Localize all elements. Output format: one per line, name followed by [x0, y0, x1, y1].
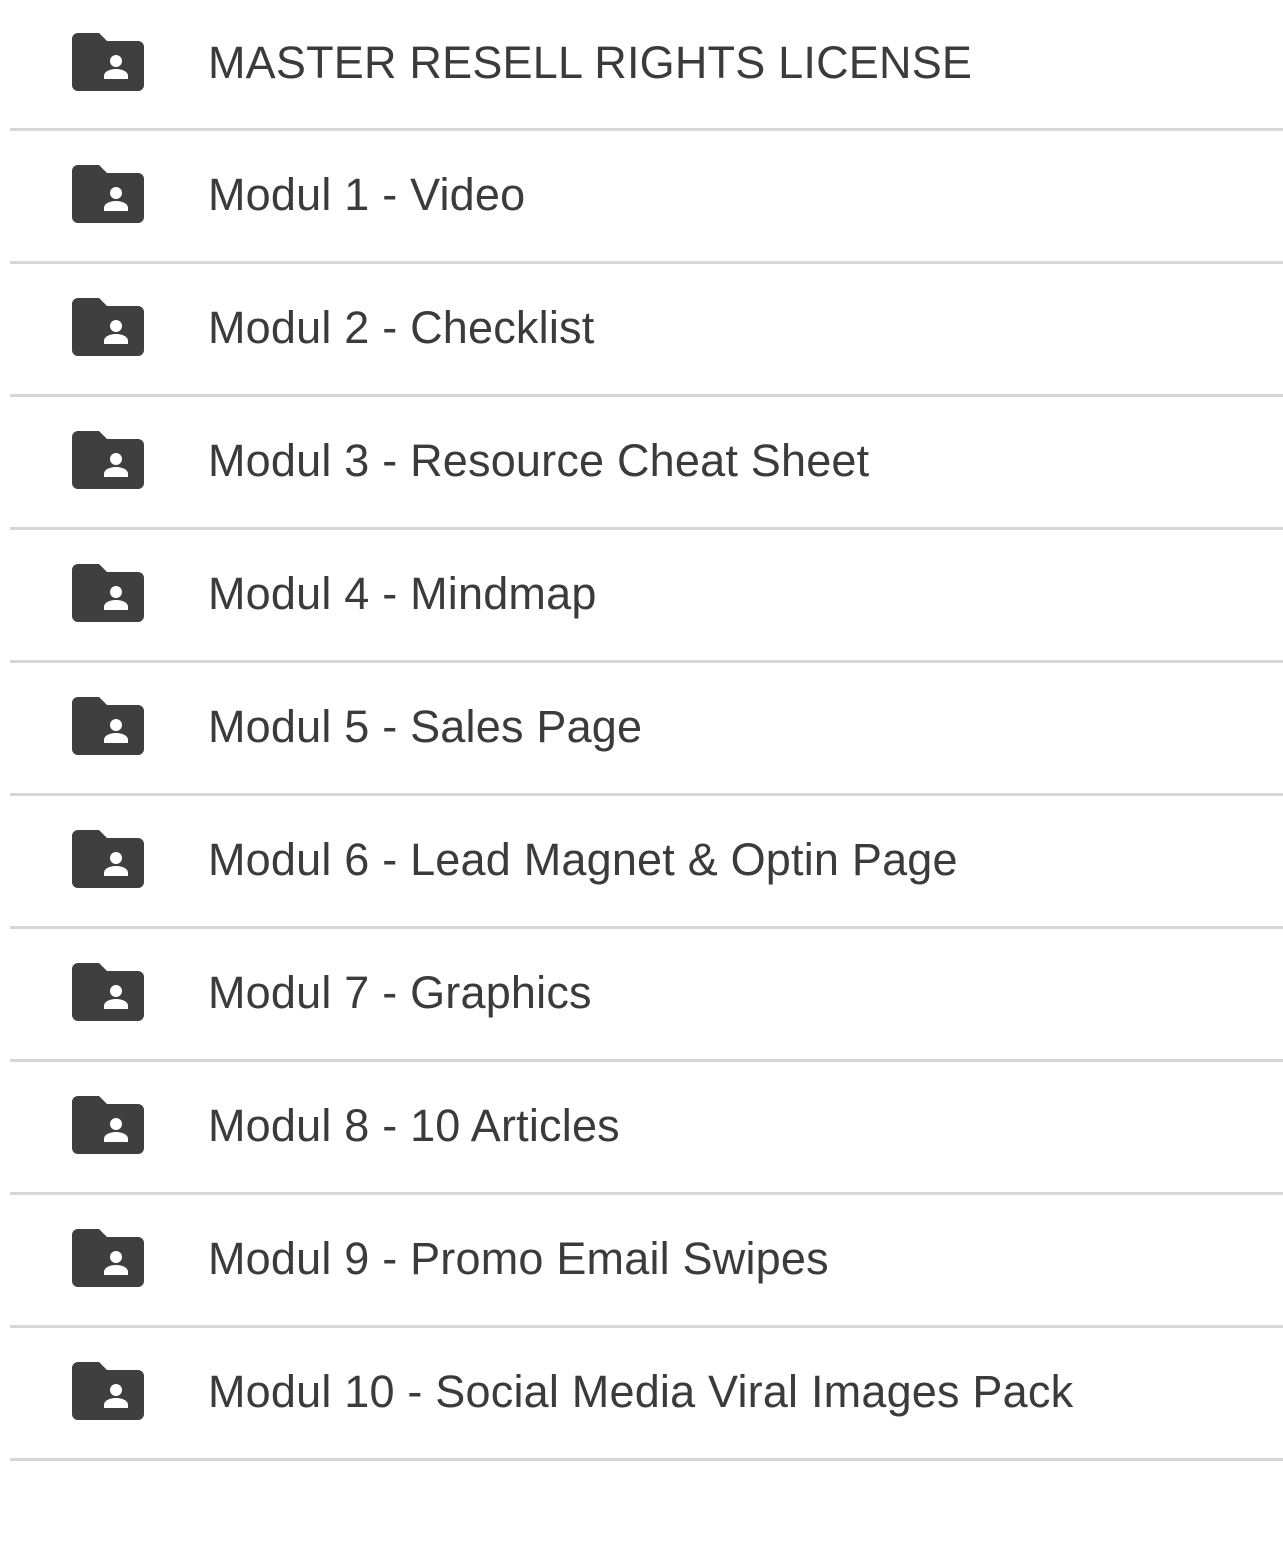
folder-name: Modul 4 - Mindmap: [208, 567, 597, 619]
shared-folder-icon: [72, 1362, 144, 1420]
folder-name: Modul 5 - Sales Page: [208, 700, 643, 752]
folder-name: Modul 2 - Checklist: [208, 301, 595, 353]
shared-folder-icon: [72, 1229, 144, 1287]
folder-row[interactable]: Modul 1 - Video: [10, 131, 1283, 264]
folder-name: Modul 6 - Lead Magnet & Optin Page: [208, 833, 958, 885]
folder-name: MASTER RESELL RIGHTS LICENSE: [208, 36, 973, 88]
folder-row[interactable]: Modul 6 - Lead Magnet & Optin Page: [10, 796, 1283, 929]
folder-row[interactable]: Modul 7 - Graphics: [10, 929, 1283, 1062]
shared-folder-icon: [72, 431, 144, 489]
folder-row[interactable]: Modul 3 - Resource Cheat Sheet: [10, 397, 1283, 530]
folder-list: MASTER RESELL RIGHTS LICENSE Modul 1 - V…: [0, 0, 1283, 1461]
shared-folder-icon: [72, 165, 144, 223]
folder-name: Modul 10 - Social Media Viral Images Pac…: [208, 1365, 1074, 1417]
shared-folder-icon: [72, 1096, 144, 1154]
folder-row[interactable]: Modul 10 - Social Media Viral Images Pac…: [10, 1328, 1283, 1461]
folder-name: Modul 8 - 10 Articles: [208, 1099, 620, 1151]
folder-name: Modul 7 - Graphics: [208, 966, 592, 1018]
folder-name: Modul 3 - Resource Cheat Sheet: [208, 434, 870, 486]
folder-row[interactable]: Modul 5 - Sales Page: [10, 663, 1283, 796]
folder-name: Modul 9 - Promo Email Swipes: [208, 1232, 829, 1284]
shared-folder-icon: [72, 33, 144, 91]
folder-row[interactable]: Modul 2 - Checklist: [10, 264, 1283, 397]
folder-row[interactable]: Modul 9 - Promo Email Swipes: [10, 1195, 1283, 1328]
shared-folder-icon: [72, 697, 144, 755]
folder-row[interactable]: Modul 4 - Mindmap: [10, 530, 1283, 663]
folder-name: Modul 1 - Video: [208, 168, 526, 220]
shared-folder-icon: [72, 963, 144, 1021]
shared-folder-icon: [72, 564, 144, 622]
shared-folder-icon: [72, 830, 144, 888]
shared-folder-icon: [72, 298, 144, 356]
folder-row[interactable]: MASTER RESELL RIGHTS LICENSE: [10, 0, 1283, 131]
folder-row[interactable]: Modul 8 - 10 Articles: [10, 1062, 1283, 1195]
